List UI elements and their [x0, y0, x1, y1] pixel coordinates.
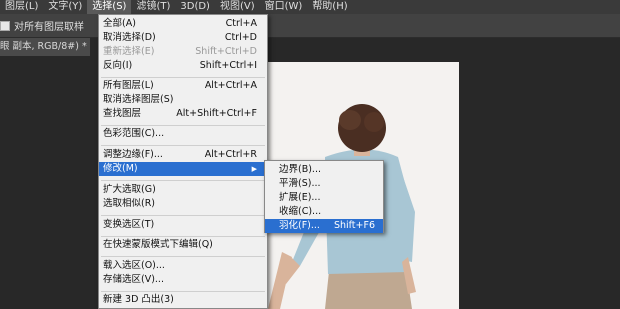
menu-item-label: 扩大选取(G)	[103, 184, 156, 195]
menu-item-shortcut: Alt+Ctrl+R	[204, 149, 257, 160]
menu-item-reselect: 重新选择(E) Shift+Ctrl+D	[99, 45, 267, 59]
menu-item-deselect-layers[interactable]: 取消选择图层(S)	[99, 93, 267, 107]
menu-item-refine-edge[interactable]: 调整边缘(F)... Alt+Ctrl+R	[99, 148, 267, 162]
menu-item-inverse[interactable]: 反向(I) Shift+Ctrl+I	[99, 59, 267, 73]
menu-item-label: 修改(M)	[103, 163, 138, 174]
menu-item-grow[interactable]: 扩大选取(G)	[99, 183, 267, 197]
menu-type[interactable]: 文字(Y)	[43, 0, 87, 14]
menu-separator	[101, 291, 265, 292]
submenu-item-feather[interactable]: 羽化(F)... Shift+F6	[265, 219, 383, 233]
menu-separator	[101, 180, 265, 181]
menu-item-deselect[interactable]: 取消选择(D) Ctrl+D	[99, 31, 267, 45]
menu-item-label: 重新选择(E)	[103, 46, 155, 57]
menu-window[interactable]: 窗口(W)	[260, 0, 308, 14]
menu-help[interactable]: 帮助(H)	[307, 0, 352, 14]
submenu-item-label: 扩展(E)...	[279, 192, 321, 203]
menu-item-shortcut: Alt+Ctrl+A	[204, 80, 257, 91]
menu-item-label: 新建 3D 凸出(3)	[103, 294, 174, 305]
menu-item-transform-selection[interactable]: 变换选区(T)	[99, 218, 267, 232]
sample-all-layers-checkbox[interactable]	[0, 20, 10, 31]
submenu-item-label: 羽化(F)...	[279, 220, 320, 231]
menu-item-shortcut: Shift+Ctrl+D	[195, 46, 257, 57]
menu-item-save-selection[interactable]: 存储选区(V)...	[99, 273, 267, 287]
menu-item-label: 变换选区(T)	[103, 219, 155, 230]
menu-item-quick-mask[interactable]: 在快速蒙版模式下编辑(Q)	[99, 238, 267, 252]
menu-item-label: 全部(A)	[103, 18, 136, 29]
menu-item-new-3d-extrusion[interactable]: 新建 3D 凸出(3)	[99, 293, 267, 307]
sample-all-layers-label: 对所有图层取样	[14, 22, 84, 33]
menu-item-label: 色彩范围(C)...	[103, 128, 165, 139]
submenu-item-label: 边界(B)...	[279, 164, 321, 175]
menu-3d[interactable]: 3D(D)	[175, 0, 215, 14]
menu-item-select-all[interactable]: 全部(A) Ctrl+A	[99, 17, 267, 31]
menu-separator	[101, 215, 265, 216]
menu-item-label: 所有图层(L)	[103, 80, 154, 91]
menu-item-find-layers[interactable]: 查找图层 Alt+Shift+Ctrl+F	[99, 107, 267, 121]
menu-separator	[101, 236, 265, 237]
menu-item-modify[interactable]: 修改(M) ▶	[99, 162, 267, 176]
menu-separator	[101, 77, 265, 78]
menu-item-label: 存储选区(V)...	[103, 274, 164, 285]
modify-submenu: 边界(B)... 平滑(S)... 扩展(E)... 收缩(C)... 羽化(F…	[264, 160, 384, 233]
submenu-item-border[interactable]: 边界(B)...	[265, 163, 383, 177]
menu-item-label: 取消选择(D)	[103, 32, 156, 43]
menu-item-load-selection[interactable]: 载入选区(O)...	[99, 259, 267, 273]
menu-item-shortcut: Shift+Ctrl+I	[199, 60, 257, 71]
submenu-item-shortcut: Shift+F6	[333, 220, 375, 231]
submenu-arrow-icon: ▶	[251, 165, 257, 173]
menu-select[interactable]: 选择(S)	[87, 0, 132, 14]
menu-item-label: 反向(I)	[103, 60, 133, 71]
menu-item-label: 在快速蒙版模式下编辑(Q)	[103, 239, 213, 250]
select-menu-dropdown: 全部(A) Ctrl+A 取消选择(D) Ctrl+D 重新选择(E) Shift+C…	[98, 14, 268, 309]
menu-item-all-layers[interactable]: 所有图层(L) Alt+Ctrl+A	[99, 79, 267, 93]
menu-item-shortcut: Ctrl+A	[225, 18, 257, 29]
submenu-item-label: 收缩(C)...	[279, 206, 322, 217]
menu-separator	[101, 125, 265, 126]
menu-bar: 图层(L) 文字(Y) 选择(S) 滤镜(T) 3D(D) 视图(V) 窗口(W…	[0, 0, 620, 14]
menu-view[interactable]: 视图(V)	[215, 0, 260, 14]
options-bar: 对所有图层取样	[0, 14, 620, 38]
submenu-item-smooth[interactable]: 平滑(S)...	[265, 177, 383, 191]
menu-item-label: 选取相似(R)	[103, 198, 156, 209]
menu-item-label: 调整边缘(F)...	[103, 149, 163, 160]
submenu-item-label: 平滑(S)...	[279, 178, 321, 189]
menu-item-label: 查找图层	[103, 108, 142, 119]
submenu-item-contract[interactable]: 收缩(C)...	[265, 205, 383, 219]
menu-item-shortcut: Ctrl+D	[224, 32, 257, 43]
menu-filter[interactable]: 滤镜(T)	[131, 0, 175, 14]
menu-item-label: 载入选区(O)...	[103, 260, 165, 271]
menu-layer[interactable]: 图层(L)	[0, 0, 43, 14]
document-tab[interactable]: 眼 副本, RGB/8#) *	[0, 38, 90, 56]
menu-item-color-range[interactable]: 色彩范围(C)...	[99, 127, 267, 141]
menu-separator	[101, 256, 265, 257]
menu-separator	[101, 145, 265, 146]
menu-item-label: 取消选择图层(S)	[103, 94, 174, 105]
menu-item-shortcut: Alt+Shift+Ctrl+F	[176, 108, 257, 119]
menu-item-similar[interactable]: 选取相似(R)	[99, 197, 267, 211]
submenu-item-expand[interactable]: 扩展(E)...	[265, 191, 383, 205]
